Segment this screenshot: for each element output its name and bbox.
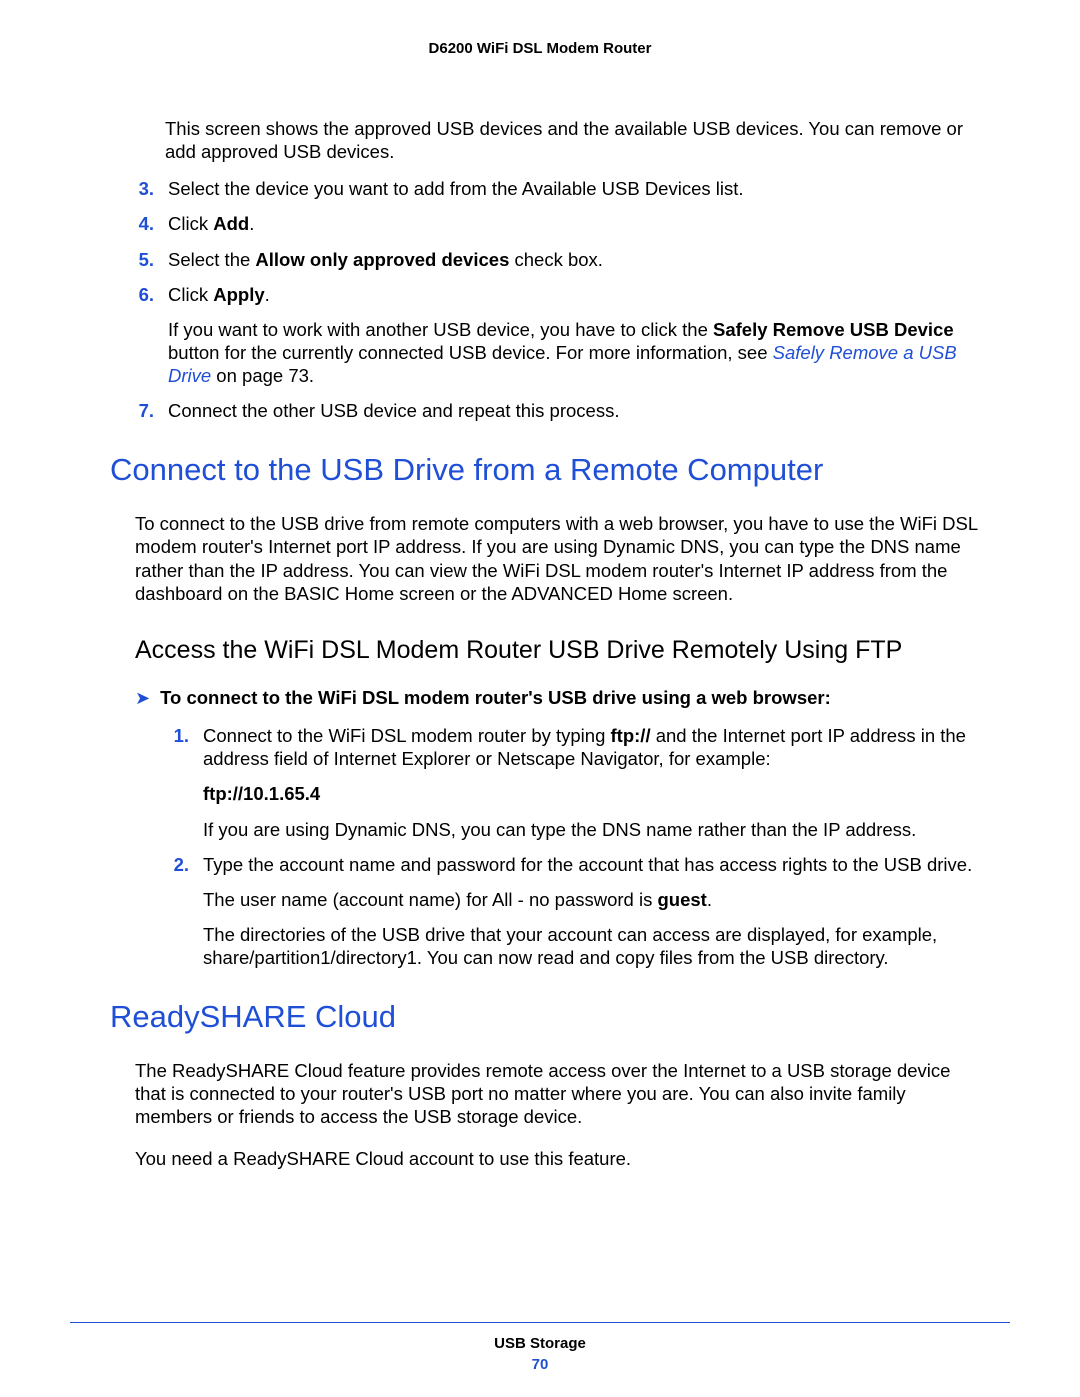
step-bold: Apply	[213, 284, 264, 305]
heading-ftp-access: Access the WiFi DSL Modem Router USB Dri…	[135, 635, 980, 665]
steps-continued: 3. Select the device you want to add fro…	[130, 177, 980, 422]
directories-note: The directories of the USB drive that yo…	[203, 923, 980, 969]
document-page: D6200 WiFi DSL Modem Router This screen …	[0, 0, 1080, 1397]
step-text: Type the account name and password for t…	[203, 854, 972, 875]
step-number: 6.	[130, 283, 154, 306]
step-bold: Add	[213, 213, 249, 234]
step-text: Click	[168, 284, 213, 305]
paragraph-connect-remote: To connect to the USB drive from remote …	[135, 512, 980, 605]
step-text: .	[249, 213, 254, 234]
sub-bold: Safely Remove USB Device	[713, 319, 954, 340]
step-3: 3. Select the device you want to add fro…	[130, 177, 980, 200]
procedure-title: ➤ To connect to the WiFi DSL modem route…	[135, 687, 980, 710]
sub-text: on page 73.	[211, 365, 314, 386]
ftp-example: ftp://10.1.65.4	[203, 782, 980, 805]
note-bold: guest	[657, 889, 706, 910]
step-number: 1.	[165, 724, 189, 747]
procedure-title-text: To connect to the WiFi DSL modem router'…	[160, 687, 831, 709]
step-4: 4. Click Add.	[130, 212, 980, 235]
step-text: check box.	[509, 249, 603, 270]
step-text: Connect the other USB device and repeat …	[168, 400, 619, 421]
step-number: 7.	[130, 399, 154, 422]
ftp-step-1: 1. Connect to the WiFi DSL modem router …	[165, 724, 980, 841]
step-number: 3.	[130, 177, 154, 200]
dns-note: If you are using Dynamic DNS, you can ty…	[203, 818, 980, 841]
heading-connect-remote: Connect to the USB Drive from a Remote C…	[110, 452, 980, 488]
step-6: 6. Click Apply. If you want to work with…	[130, 283, 980, 388]
footer-section-title: USB Storage	[70, 1335, 1010, 1352]
note-text: The user name (account name) for All - n…	[203, 889, 657, 910]
step-text: Connect to the WiFi DSL modem router by …	[203, 725, 611, 746]
step-bold: Allow only approved devices	[255, 249, 509, 270]
step-5: 5. Select the Allow only approved device…	[130, 248, 980, 271]
step-number: 4.	[130, 212, 154, 235]
step-text: .	[265, 284, 270, 305]
intro-paragraph: This screen shows the approved USB devic…	[165, 117, 980, 163]
step-text: Click	[168, 213, 213, 234]
heading-readyshare-cloud: ReadySHARE Cloud	[110, 999, 980, 1035]
footer-page-number: 70	[70, 1356, 1010, 1373]
step-text: Select the device you want to add from t…	[168, 178, 744, 199]
step-text: Select the	[168, 249, 255, 270]
page-footer: USB Storage 70	[70, 1322, 1010, 1373]
document-header: D6200 WiFi DSL Modem Router	[70, 40, 1010, 57]
ftp-step-2: 2. Type the account name and password fo…	[165, 853, 980, 970]
sub-text: button for the currently connected USB d…	[168, 342, 773, 363]
step-bold: ftp://	[611, 725, 651, 746]
arrow-icon: ➤	[135, 687, 150, 710]
step-sub-paragraph: If you want to work with another USB dev…	[168, 318, 980, 387]
username-note: The user name (account name) for All - n…	[203, 888, 980, 911]
ftp-steps: 1. Connect to the WiFi DSL modem router …	[165, 724, 980, 969]
step-number: 5.	[130, 248, 154, 271]
paragraph-cloud-2: You need a ReadySHARE Cloud account to u…	[135, 1147, 980, 1170]
paragraph-cloud-1: The ReadySHARE Cloud feature provides re…	[135, 1059, 980, 1128]
step-number: 2.	[165, 853, 189, 876]
note-text: .	[707, 889, 712, 910]
step-7: 7. Connect the other USB device and repe…	[130, 399, 980, 422]
sub-text: If you want to work with another USB dev…	[168, 319, 713, 340]
